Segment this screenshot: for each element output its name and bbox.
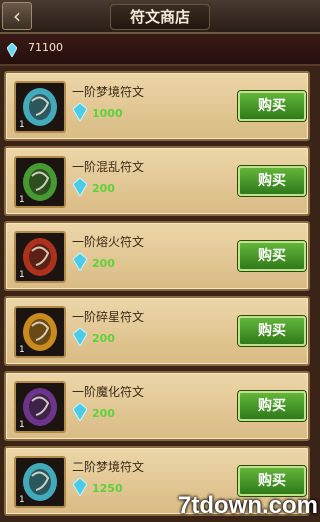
rune-item: 1 一阶熔火符文 200 购买 xyxy=(4,221,310,291)
watermark: 7tdown.com xyxy=(178,492,319,519)
item-count: 1 xyxy=(19,120,25,130)
rune-item: 1 一阶混乱符文 200 购买 xyxy=(4,146,310,216)
item-name: 一阶梦境符文 xyxy=(72,85,145,99)
item-count: 1 xyxy=(19,495,25,505)
item-price: 1000 xyxy=(92,107,123,120)
buy-button[interactable]: 购买 xyxy=(238,166,306,196)
back-arrow-icon: ‹ xyxy=(13,4,21,28)
item-count: 1 xyxy=(19,420,25,430)
rune-icon-frame[interactable]: 1 xyxy=(14,381,66,433)
item-price: 200 xyxy=(92,182,115,195)
item-name: 二阶梦境符文 xyxy=(72,460,145,474)
item-count: 1 xyxy=(19,345,25,355)
rune-item: 1 一阶梦境符文 1000 购买 xyxy=(4,71,310,141)
item-count: 1 xyxy=(19,270,25,280)
blue-crystal-icon xyxy=(73,178,87,196)
blue-crystal-icon xyxy=(73,403,87,421)
item-count: 1 xyxy=(19,195,25,205)
rune-icon-frame[interactable]: 1 xyxy=(14,156,66,208)
buy-button[interactable]: 购买 xyxy=(238,241,306,271)
item-price: 1250 xyxy=(92,482,123,495)
rune-icon-frame[interactable]: 1 xyxy=(14,81,66,133)
rune-item: 1 一阶碎星符文 200 购买 xyxy=(4,296,310,366)
item-name: 一阶混乱符文 xyxy=(72,160,145,174)
buy-button[interactable]: 购买 xyxy=(238,91,306,121)
rune-icon-frame[interactable]: 1 xyxy=(14,231,66,283)
item-name: 一阶魔化符文 xyxy=(72,385,145,399)
rune-icon-frame[interactable]: 1 xyxy=(14,306,66,358)
item-name: 一阶碎星符文 xyxy=(72,310,145,324)
currency-amount: 71100 xyxy=(28,41,63,54)
item-price: 200 xyxy=(92,407,115,420)
rune-icon-frame[interactable]: 1 xyxy=(14,456,66,508)
blue-crystal-icon xyxy=(73,253,87,271)
item-price: 200 xyxy=(92,257,115,270)
buy-button[interactable]: 购买 xyxy=(238,316,306,346)
blue-crystal-icon xyxy=(7,43,17,57)
blue-crystal-icon xyxy=(73,328,87,346)
blue-crystal-icon xyxy=(73,103,87,121)
blue-crystal-icon xyxy=(73,478,87,496)
item-name: 一阶熔火符文 xyxy=(72,235,145,249)
buy-button[interactable]: 购买 xyxy=(238,391,306,421)
title-plate xyxy=(110,4,210,30)
back-button[interactable]: ‹ xyxy=(2,2,32,30)
rune-item: 1 一阶魔化符文 200 购买 xyxy=(4,371,310,441)
item-price: 200 xyxy=(92,332,115,345)
